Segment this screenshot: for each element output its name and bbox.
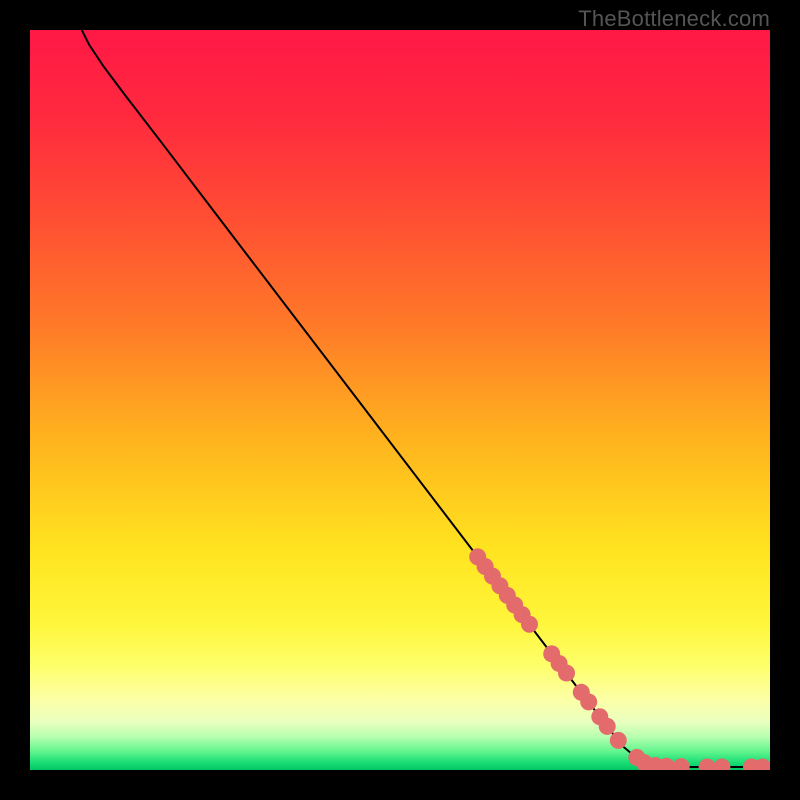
attribution-label: TheBottleneck.com	[578, 6, 770, 32]
data-marker	[521, 616, 538, 633]
data-marker	[558, 665, 575, 682]
chart-frame: TheBottleneck.com	[0, 0, 800, 800]
plot-area	[30, 30, 770, 770]
data-marker	[580, 693, 597, 710]
data-marker	[610, 732, 627, 749]
gradient-rect	[30, 30, 770, 770]
data-marker	[599, 718, 616, 735]
background-gradient	[30, 30, 770, 770]
